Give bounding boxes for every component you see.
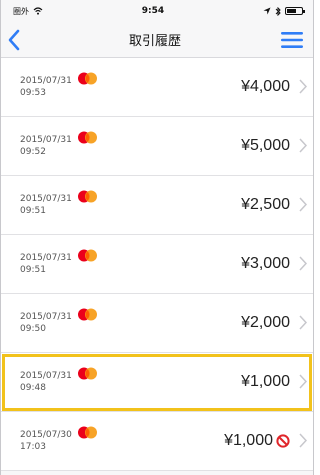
menu-button[interactable] — [279, 29, 305, 51]
bluetooth-icon — [275, 6, 281, 16]
chevron-right-icon — [299, 138, 307, 153]
transaction-amount: ¥5,000 — [241, 137, 290, 155]
transaction-date-line: 2015/07/31 — [20, 367, 138, 381]
transaction-date: 2015/07/30 — [20, 430, 72, 440]
status-left: 圏外 — [13, 6, 43, 17]
wifi-icon — [33, 7, 43, 15]
transaction-datetime: 2015/07/31 09:52 — [20, 131, 138, 157]
transaction-amount: ¥2,000 — [241, 314, 290, 332]
transaction-date: 2015/07/31 — [20, 312, 72, 322]
chevron-right-icon — [299, 197, 307, 212]
transaction-amount-text: ¥2,000 — [241, 314, 290, 331]
transaction-datetime: 2015/07/31 09:51 — [20, 190, 138, 216]
prohibited-icon — [276, 434, 290, 448]
chevron-left-icon — [8, 29, 20, 50]
transaction-amount: ¥1,000 — [224, 432, 290, 450]
transaction-amount-text: ¥2,500 — [241, 196, 290, 213]
transaction-date-line: 2015/07/31 — [20, 72, 138, 86]
mastercard-icon — [77, 72, 97, 84]
transaction-date-line: 2015/07/31 — [20, 249, 138, 263]
transaction-datetime: 2015/07/31 09:50 — [20, 308, 138, 334]
transaction-time: 09:52 — [20, 147, 46, 157]
transaction-date-line: 2015/07/31 — [20, 131, 138, 145]
transaction-datetime: 2015/07/31 09:53 — [20, 72, 138, 98]
carrier-text: 圏外 — [13, 6, 29, 16]
transaction-time: 09:50 — [20, 324, 46, 334]
transaction-amount: ¥2,500 — [241, 196, 290, 214]
chevron-right-icon — [299, 315, 307, 330]
transaction-amount-text: ¥5,000 — [241, 137, 290, 154]
transaction-date: 2015/07/31 — [20, 194, 72, 204]
transaction-date-line: 2015/07/31 — [20, 308, 138, 322]
transaction-amount: ¥4,000 — [241, 78, 290, 96]
transaction-row[interactable]: 2015/07/31 09:52 ¥5,000 — [1, 117, 313, 176]
transaction-datetime: 2015/07/30 17:03 — [20, 426, 138, 452]
transaction-row[interactable]: 2015/07/31 09:51 ¥2,500 — [1, 176, 313, 235]
transaction-date: 2015/07/31 — [20, 135, 72, 145]
transaction-date-line: 2015/07/31 — [20, 190, 138, 204]
transaction-row[interactable]: 2015/07/30 17:03 ¥1,000 — [1, 412, 313, 471]
transaction-amount-text: ¥1,000 — [224, 432, 273, 449]
transaction-date: 2015/07/31 — [20, 76, 72, 86]
transaction-date-line: 2015/07/30 — [20, 426, 138, 440]
chevron-right-icon — [299, 433, 307, 448]
transaction-date: 2015/07/31 — [20, 253, 72, 263]
mastercard-icon — [77, 426, 97, 438]
transaction-date: 2015/07/31 — [20, 371, 72, 381]
page-title: 取引履歴 — [128, 34, 181, 49]
transaction-time: 09:53 — [20, 88, 46, 98]
back-button[interactable] — [7, 26, 31, 54]
transaction-row[interactable]: 2015/07/31 09:48 ¥1,000 — [1, 353, 313, 412]
app-frame: 圏外 9:54 取引履歴 2015/07/31 09:53 ¥4,000 201… — [0, 0, 314, 475]
transaction-time: 09:51 — [20, 265, 46, 275]
transaction-row[interactable]: 2015/07/31 09:51 ¥3,000 — [1, 235, 313, 294]
mastercard-icon — [77, 131, 97, 143]
transaction-amount: ¥3,000 — [241, 255, 290, 273]
navigation-bar: 取引履歴 — [1, 22, 313, 58]
transaction-amount: ¥1,000 — [241, 373, 290, 391]
mastercard-icon — [77, 190, 97, 202]
hamburger-menu-icon — [280, 31, 303, 48]
mastercard-icon — [77, 308, 97, 320]
transaction-amount-text: ¥4,000 — [241, 78, 290, 95]
chevron-right-icon — [299, 374, 307, 389]
chevron-right-icon — [299, 256, 307, 271]
chevron-right-icon — [299, 79, 307, 94]
transaction-time: 09:48 — [20, 383, 46, 393]
location-icon — [263, 7, 271, 15]
status-bar: 圏外 9:54 — [1, 0, 313, 22]
mastercard-icon — [77, 367, 97, 379]
transaction-time: 09:51 — [20, 206, 46, 216]
transaction-time: 17:03 — [20, 442, 46, 452]
mastercard-icon — [77, 249, 97, 261]
status-right — [263, 6, 305, 16]
transaction-list: 2015/07/31 09:53 ¥4,000 2015/07/31 09:52… — [1, 58, 313, 471]
transaction-datetime: 2015/07/31 09:51 — [20, 249, 138, 275]
transaction-amount-text: ¥1,000 — [241, 373, 290, 390]
transaction-row[interactable]: 2015/07/31 09:50 ¥2,000 — [1, 294, 313, 353]
transaction-amount-text: ¥3,000 — [241, 255, 290, 272]
status-time: 9:54 — [141, 6, 165, 16]
transaction-row[interactable]: 2015/07/31 09:53 ¥4,000 — [1, 58, 313, 117]
battery-icon — [284, 7, 305, 15]
transaction-datetime: 2015/07/31 09:48 — [20, 367, 138, 393]
